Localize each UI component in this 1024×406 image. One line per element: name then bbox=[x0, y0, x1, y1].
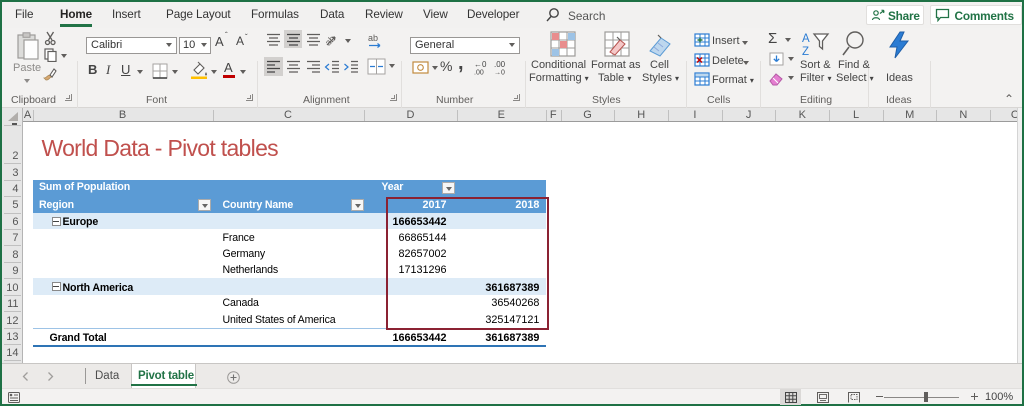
svg-text:ab: ab bbox=[368, 33, 378, 43]
svg-text:Z: Z bbox=[802, 46, 809, 58]
svg-text:A: A bbox=[802, 33, 810, 45]
svg-text:←0: ←0 bbox=[474, 60, 487, 69]
svg-text:→0: →0 bbox=[494, 70, 505, 76]
svg-text:ab: ab bbox=[325, 34, 337, 48]
svg-text:.00: .00 bbox=[474, 70, 484, 76]
svg-text:.00: .00 bbox=[494, 60, 506, 69]
